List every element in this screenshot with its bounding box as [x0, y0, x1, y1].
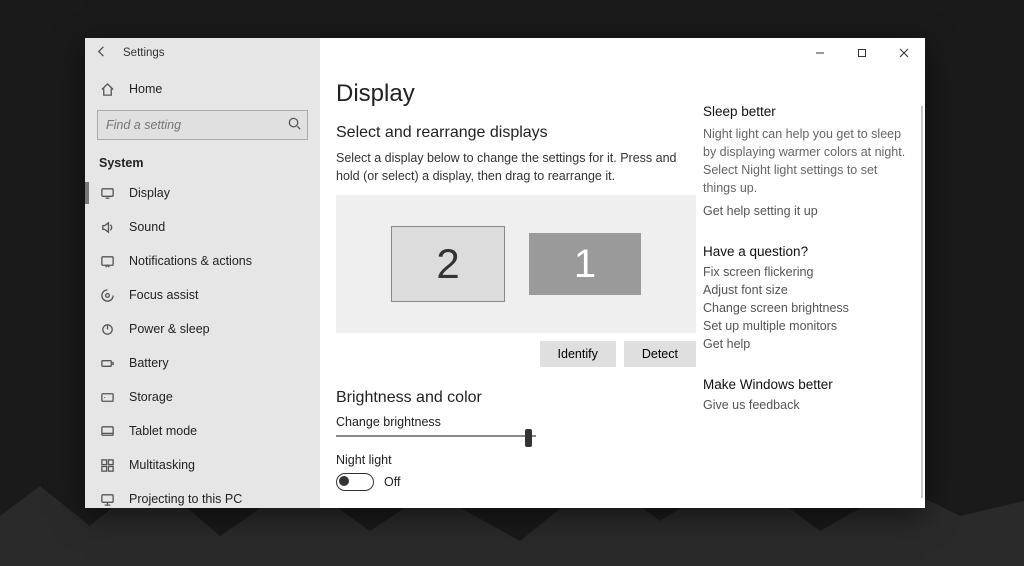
- sidebar-item-label: Sound: [129, 220, 165, 234]
- sidebar-item-label: Multitasking: [129, 458, 195, 472]
- section-brightness-heading: Brightness and color: [336, 389, 681, 407]
- help-link[interactable]: Get help: [703, 337, 909, 351]
- sidebar-item-home[interactable]: Home: [85, 72, 320, 106]
- search-icon: [281, 116, 307, 134]
- sound-icon: [99, 219, 115, 235]
- toggle-knob: [339, 476, 349, 486]
- sidebar-item-tablet[interactable]: Tablet mode: [85, 414, 320, 448]
- scrollbar[interactable]: [921, 106, 923, 498]
- minimize-button[interactable]: [799, 38, 841, 68]
- sleep-better-text: Night light can help you get to sleep by…: [703, 125, 909, 198]
- identify-button[interactable]: Identify: [540, 341, 616, 367]
- sidebar-heading: System: [85, 148, 320, 176]
- brightness-label: Change brightness: [336, 415, 681, 429]
- night-light-label: Night light: [336, 453, 681, 467]
- sidebar-item-multitask[interactable]: Multitasking: [85, 448, 320, 482]
- tablet-icon: [99, 423, 115, 439]
- window-title: Settings: [119, 47, 165, 59]
- sidebar-item-label: Battery: [129, 356, 169, 370]
- night-light-toggle[interactable]: [336, 473, 374, 491]
- sleep-better-heading: Sleep better: [703, 104, 909, 119]
- home-icon: [99, 81, 115, 97]
- sidebar-item-storage[interactable]: Storage: [85, 380, 320, 414]
- monitor-2[interactable]: 2: [391, 226, 505, 302]
- sidebar-item-power[interactable]: Power & sleep: [85, 312, 320, 346]
- storage-icon: [99, 389, 115, 405]
- battery-icon: [99, 355, 115, 371]
- sidebar-item-label: Notifications & actions: [129, 254, 252, 268]
- display-arrange-box[interactable]: 2 1: [336, 195, 696, 333]
- sidebar: Home System Display Sound Notifications & …: [85, 68, 320, 508]
- power-icon: [99, 321, 115, 337]
- sidebar-item-label: Focus assist: [129, 288, 198, 302]
- sidebar-item-label: Projecting to this PC: [129, 492, 242, 506]
- night-light-state: Off: [384, 475, 400, 489]
- help-link[interactable]: Set up multiple monitors: [703, 319, 909, 333]
- make-better-heading: Make Windows better: [703, 377, 909, 392]
- sidebar-item-label: Power & sleep: [129, 322, 210, 336]
- sidebar-item-label: Tablet mode: [129, 424, 197, 438]
- focus-icon: [99, 287, 115, 303]
- sidebar-item-sound[interactable]: Sound: [85, 210, 320, 244]
- section-arrange-heading: Select and rearrange displays: [336, 124, 681, 142]
- help-link[interactable]: Change screen brightness: [703, 301, 909, 315]
- brightness-slider-thumb[interactable]: [525, 429, 532, 447]
- sidebar-home-label: Home: [129, 82, 162, 96]
- sidebar-item-project[interactable]: Projecting to this PC: [85, 482, 320, 508]
- feedback-link[interactable]: Give us feedback: [703, 398, 909, 412]
- titlebar: Settings: [85, 38, 925, 68]
- sidebar-item-focus[interactable]: Focus assist: [85, 278, 320, 312]
- sidebar-item-battery[interactable]: Battery: [85, 346, 320, 380]
- project-icon: [99, 491, 115, 507]
- sidebar-item-label: Storage: [129, 390, 173, 404]
- have-question-heading: Have a question?: [703, 244, 909, 259]
- display-icon: [99, 185, 115, 201]
- back-button[interactable]: [85, 44, 119, 62]
- main-content: Display Select and rearrange displays Se…: [320, 68, 697, 508]
- search-box[interactable]: [97, 110, 308, 140]
- sidebar-item-display[interactable]: Display: [85, 176, 320, 210]
- notify-icon: [99, 253, 115, 269]
- maximize-button[interactable]: [841, 38, 883, 68]
- close-button[interactable]: [883, 38, 925, 68]
- settings-window: Settings: [85, 38, 925, 508]
- search-input[interactable]: [98, 118, 281, 132]
- help-link[interactable]: Adjust font size: [703, 283, 909, 297]
- section-arrange-desc: Select a display below to change the set…: [336, 150, 681, 185]
- help-link[interactable]: Fix screen flickering: [703, 265, 909, 279]
- multitask-icon: [99, 457, 115, 473]
- detect-button[interactable]: Detect: [624, 341, 696, 367]
- sleep-better-link[interactable]: Get help setting it up: [703, 204, 909, 218]
- monitor-1[interactable]: 1: [529, 233, 641, 295]
- info-panel: Sleep better Night light can help you ge…: [697, 68, 925, 508]
- page-title: Display: [336, 80, 681, 108]
- brightness-slider[interactable]: [336, 435, 536, 437]
- sidebar-item-notify[interactable]: Notifications & actions: [85, 244, 320, 278]
- sidebar-item-label: Display: [129, 186, 170, 200]
